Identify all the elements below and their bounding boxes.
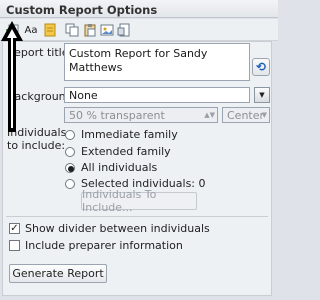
page-icon[interactable] [116, 22, 132, 38]
show-divider-label: Show divider between individuals [25, 222, 210, 235]
radio-immediate-family[interactable] [65, 130, 75, 140]
background-select-value: None [69, 89, 98, 102]
undo-icon: ⟲ [255, 60, 267, 74]
alignment-select: Center ▼ [222, 107, 270, 123]
radio-label-extended-family: Extended family [81, 145, 171, 158]
reset-title-button[interactable]: ⟲ [252, 58, 270, 76]
show-divider-checkbox[interactable]: ✓ [9, 223, 20, 234]
transparency-value: 50 % transparent [69, 109, 165, 122]
transparency-field: 50 % transparent ▲▼ [64, 107, 218, 123]
note-icon[interactable] [42, 22, 58, 38]
include-preparer-label: Include preparer information [25, 239, 183, 252]
generate-report-button[interactable]: Generate Report [9, 264, 107, 283]
checkmark-icon: ✓ [10, 223, 19, 234]
annotation-arrow-icon [1, 21, 23, 132]
individuals-to-include-button: Individuals To Include... [81, 188, 197, 214]
background-select[interactable]: None [64, 87, 250, 103]
chevron-down-icon: ▼ [259, 91, 265, 99]
generate-report-label: Generate Report [12, 267, 104, 280]
image-icon[interactable] [99, 22, 115, 38]
chevron-down-icon: ▼ [261, 111, 267, 119]
alignment-value: Center [227, 109, 265, 122]
toolbar: Aa [0, 19, 278, 41]
radio-label-all-individuals: All individuals [81, 161, 158, 174]
radio-all-individuals[interactable] [65, 163, 75, 173]
panel-title: Custom Report Options [6, 3, 158, 17]
divider [6, 216, 268, 217]
radio-extended-family[interactable] [65, 147, 75, 157]
radio-selected-individuals[interactable] [65, 179, 75, 189]
copy-icon[interactable] [64, 22, 80, 38]
individuals-to-include-label: Individuals To Include... [82, 188, 157, 214]
background-dropdown-button[interactable]: ▼ [254, 87, 270, 103]
paste-icon[interactable] [82, 22, 98, 38]
radio-label-immediate-family: Immediate family [81, 128, 178, 141]
font-icon[interactable]: Aa [22, 22, 40, 38]
panel-header: Custom Report Options [0, 0, 278, 18]
report-title-field[interactable]: Custom Report for Sandy Matthews [64, 43, 250, 81]
include-preparer-checkbox[interactable] [9, 240, 20, 251]
individuals-label-line2: to include: [7, 139, 66, 152]
font-icon-glyph: Aa [24, 24, 38, 36]
spinner-icon: ▲▼ [204, 111, 215, 119]
